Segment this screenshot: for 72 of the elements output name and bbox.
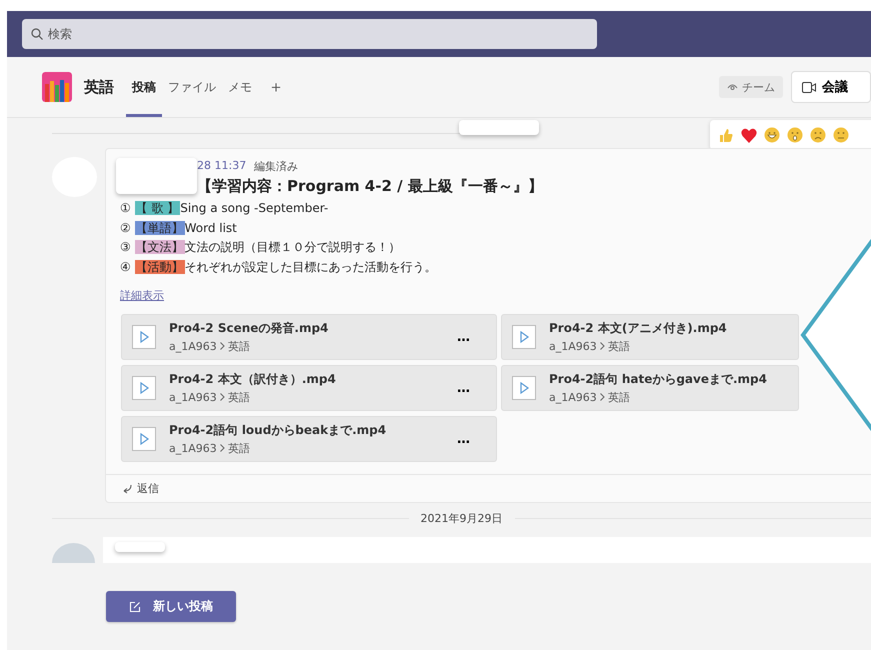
file-path: a_1A963 xyxy=(169,391,217,404)
category-tag: 【 歌 】 xyxy=(134,201,180,215)
video-file-icon xyxy=(132,325,156,349)
file-path: a_1A963 xyxy=(169,340,217,353)
file-name: Pro4-2 本文（訳付き）.mp4 xyxy=(169,371,337,388)
channel-name: 英語 xyxy=(84,78,114,96)
file-name: Pro4-2語句 loudからbeakまで.mp4 xyxy=(169,422,388,439)
post-title: 【学習内容：Program 4-2 / 最上級『一番～』】 xyxy=(196,177,544,196)
item-number: ④ xyxy=(120,260,131,274)
video-file-icon xyxy=(132,376,156,400)
line-text: Sing a song -September- xyxy=(180,201,328,215)
category-tag: 【文法】 xyxy=(134,240,185,254)
channel-tab[interactable]: ファイル xyxy=(162,57,222,117)
item-number: ① xyxy=(120,201,131,215)
date-divider: 2021年9月29日 xyxy=(420,510,502,526)
channel-tab[interactable]: メモ xyxy=(222,57,258,117)
post-time: 28 11:37 xyxy=(197,159,246,174)
video-file-icon xyxy=(512,325,536,349)
line-text: 文法の説明（目標１０分で説明する！） xyxy=(184,240,401,254)
video-camera-icon xyxy=(802,82,816,92)
file-attachment[interactable]: Pro4-2語句 loudからbeakまで.mp4 a_1A963 英語 … xyxy=(121,416,497,462)
heart-icon[interactable] xyxy=(741,128,757,142)
chevron-icon xyxy=(600,393,605,401)
new-post-button[interactable]: 新しい投稿 xyxy=(106,591,236,622)
folder-name: 英語 xyxy=(608,391,630,404)
compose-icon xyxy=(129,600,141,612)
folder-name: 英語 xyxy=(608,340,630,353)
channel-tab[interactable]: 投稿 xyxy=(126,57,162,117)
file-name: Pro4-2 Sceneの発音.mp4 xyxy=(169,320,330,337)
sad-face-icon[interactable] xyxy=(810,127,826,143)
surprised-face-icon[interactable] xyxy=(787,127,803,143)
file-path: a_1A963 xyxy=(549,391,597,404)
edited-label: 編集済み xyxy=(254,159,298,174)
add-tab-button[interactable]: ＋ xyxy=(262,76,290,98)
show-more-link[interactable]: 詳細表示 xyxy=(120,288,164,303)
frowning-face-icon[interactable] xyxy=(833,127,849,143)
file-name: Pro4-2語句 hateからgaveまで.mp4 xyxy=(549,371,768,388)
pencils-icon xyxy=(42,72,72,102)
file-attachment[interactable]: Pro4-2 Sceneの発音.mp4 a_1A963 英語 … xyxy=(121,314,497,360)
reply-button[interactable]: 返信 xyxy=(120,481,159,496)
chevron-icon xyxy=(220,444,225,452)
team-button[interactable]: チーム xyxy=(719,76,783,98)
video-file-icon xyxy=(132,427,156,451)
file-attachment[interactable]: Pro4-2 本文（訳付き）.mp4 a_1A963 英語 … xyxy=(121,365,497,411)
video-file-icon xyxy=(512,376,536,400)
file-path: a_1A963 xyxy=(169,442,217,455)
laughing-face-icon[interactable] xyxy=(764,127,780,143)
more-options-button[interactable]: … xyxy=(451,328,476,346)
search-icon xyxy=(31,28,43,40)
file-attachment[interactable]: Pro4-2語句 hateからgaveまで.mp4 a_1A963 英語 xyxy=(501,365,799,411)
more-options-button[interactable]: … xyxy=(451,430,476,448)
file-attachment[interactable]: Pro4-2 本文(アニメ付き).mp4 a_1A963 英語 xyxy=(501,314,799,360)
folder-name: 英語 xyxy=(228,340,250,353)
more-options-button[interactable]: … xyxy=(451,380,476,396)
line-text: それぞれが設定した目標にあった活動を行う。 xyxy=(184,260,437,274)
category-tag: 【活動】 xyxy=(134,260,185,274)
thumbs-up-icon[interactable] xyxy=(718,127,734,143)
line-text: Word list xyxy=(184,220,237,234)
redaction-patch xyxy=(115,542,166,552)
folder-name: 英語 xyxy=(228,391,250,404)
file-name: Pro4-2 本文(アニメ付き).mp4 xyxy=(549,320,728,337)
category-tag: 【単語】 xyxy=(134,220,185,234)
item-number: ② xyxy=(120,220,131,234)
item-number: ③ xyxy=(120,240,131,254)
meet-button[interactable]: 会議 xyxy=(791,71,871,103)
folder-name: 英語 xyxy=(228,442,250,455)
file-path: a_1A963 xyxy=(549,340,597,353)
chevron-icon xyxy=(220,393,225,401)
chevron-icon xyxy=(600,342,605,350)
chevron-icon xyxy=(220,342,225,350)
eye-icon xyxy=(727,83,738,91)
search-field[interactable]: 検索 xyxy=(22,19,597,49)
